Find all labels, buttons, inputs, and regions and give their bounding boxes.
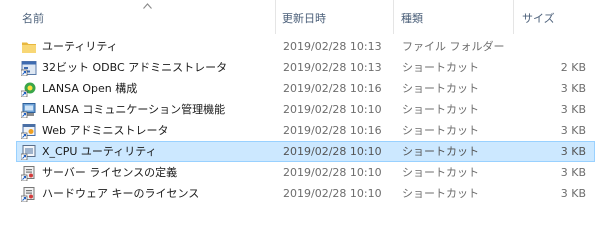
file-row[interactable]: サーバー ライセンスの定義 2019/02/28 10:10 ショートカット 3… bbox=[16, 162, 595, 183]
file-name: Web アドミニストレータ bbox=[42, 124, 169, 137]
file-name: ハードウェア キーのライセンス bbox=[42, 187, 200, 200]
file-date: 2019/02/28 10:10 bbox=[283, 166, 382, 179]
file-name: ユーティリティ bbox=[42, 40, 118, 53]
column-header-type[interactable]: 種類 bbox=[401, 12, 423, 26]
sort-up-chevron-icon[interactable] bbox=[143, 3, 152, 9]
file-size: 3 KB bbox=[560, 124, 586, 137]
file-type: ショートカット bbox=[402, 124, 479, 137]
file-row[interactable]: LANSA Open 構成 2019/02/28 10:16 ショートカット 3… bbox=[16, 78, 595, 99]
column-header-date[interactable]: 更新日時 bbox=[282, 12, 326, 26]
file-row[interactable]: Web アドミニストレータ 2019/02/28 10:16 ショートカット 3… bbox=[16, 120, 595, 141]
column-divider[interactable] bbox=[275, 0, 276, 34]
file-date: 2019/02/28 10:13 bbox=[283, 40, 382, 53]
lansa-open-shortcut-icon bbox=[21, 82, 36, 97]
file-type: ショートカット bbox=[402, 82, 479, 95]
file-row[interactable]: LANSA コミュニケーション管理機能 2019/02/28 10:10 ショー… bbox=[16, 99, 595, 120]
file-size: 2 KB bbox=[560, 61, 586, 74]
column-header-bar: 名前 更新日時 種類 サイズ bbox=[0, 0, 611, 34]
file-date: 2019/02/28 10:16 bbox=[283, 124, 382, 137]
file-type: ショートカット bbox=[402, 103, 479, 116]
file-row[interactable]: ユーティリティ 2019/02/28 10:13 ファイル フォルダー bbox=[16, 36, 595, 57]
file-date: 2019/02/28 10:13 bbox=[283, 61, 382, 74]
xcpu-shortcut-icon bbox=[21, 145, 36, 160]
file-name: サーバー ライセンスの定義 bbox=[42, 166, 178, 179]
file-size: 3 KB bbox=[560, 82, 586, 95]
file-date: 2019/02/28 10:10 bbox=[283, 145, 382, 158]
file-size: 3 KB bbox=[560, 187, 586, 200]
folder-icon bbox=[22, 42, 36, 53]
file-type: ショートカット bbox=[402, 61, 479, 74]
file-row-selected[interactable]: X_CPU ユーティリティ 2019/02/28 10:10 ショートカット 3… bbox=[16, 141, 595, 162]
web-admin-shortcut-icon bbox=[21, 124, 36, 139]
file-type: ショートカット bbox=[402, 187, 479, 200]
file-date: 2019/02/28 10:10 bbox=[283, 187, 382, 200]
file-name: 32ビット ODBC アドミニストレータ bbox=[42, 61, 228, 74]
file-size: 3 KB bbox=[560, 103, 586, 116]
column-divider[interactable] bbox=[393, 0, 394, 34]
license-shortcut-icon bbox=[21, 166, 35, 181]
file-size: 3 KB bbox=[560, 166, 586, 179]
file-name: X_CPU ユーティリティ bbox=[42, 145, 157, 158]
column-divider[interactable] bbox=[513, 0, 514, 34]
file-size: 3 KB bbox=[560, 145, 586, 158]
column-header-size[interactable]: サイズ bbox=[522, 12, 555, 26]
file-type: ファイル フォルダー bbox=[402, 40, 505, 53]
column-header-name[interactable]: 名前 bbox=[22, 12, 44, 26]
odbc-shortcut-icon bbox=[21, 61, 37, 76]
file-row[interactable]: ハードウェア キーのライセンス 2019/02/28 10:10 ショートカット… bbox=[16, 183, 595, 204]
file-type: ショートカット bbox=[402, 166, 479, 179]
file-name: LANSA コミュニケーション管理機能 bbox=[42, 103, 226, 116]
file-row[interactable]: 32ビット ODBC アドミニストレータ 2019/02/28 10:13 ショ… bbox=[16, 57, 595, 78]
file-name: LANSA Open 構成 bbox=[42, 82, 138, 95]
file-type: ショートカット bbox=[402, 145, 479, 158]
file-date: 2019/02/28 10:16 bbox=[283, 82, 382, 95]
communication-shortcut-icon bbox=[21, 103, 36, 118]
hardware-key-shortcut-icon bbox=[21, 187, 35, 202]
file-date: 2019/02/28 10:10 bbox=[283, 103, 382, 116]
